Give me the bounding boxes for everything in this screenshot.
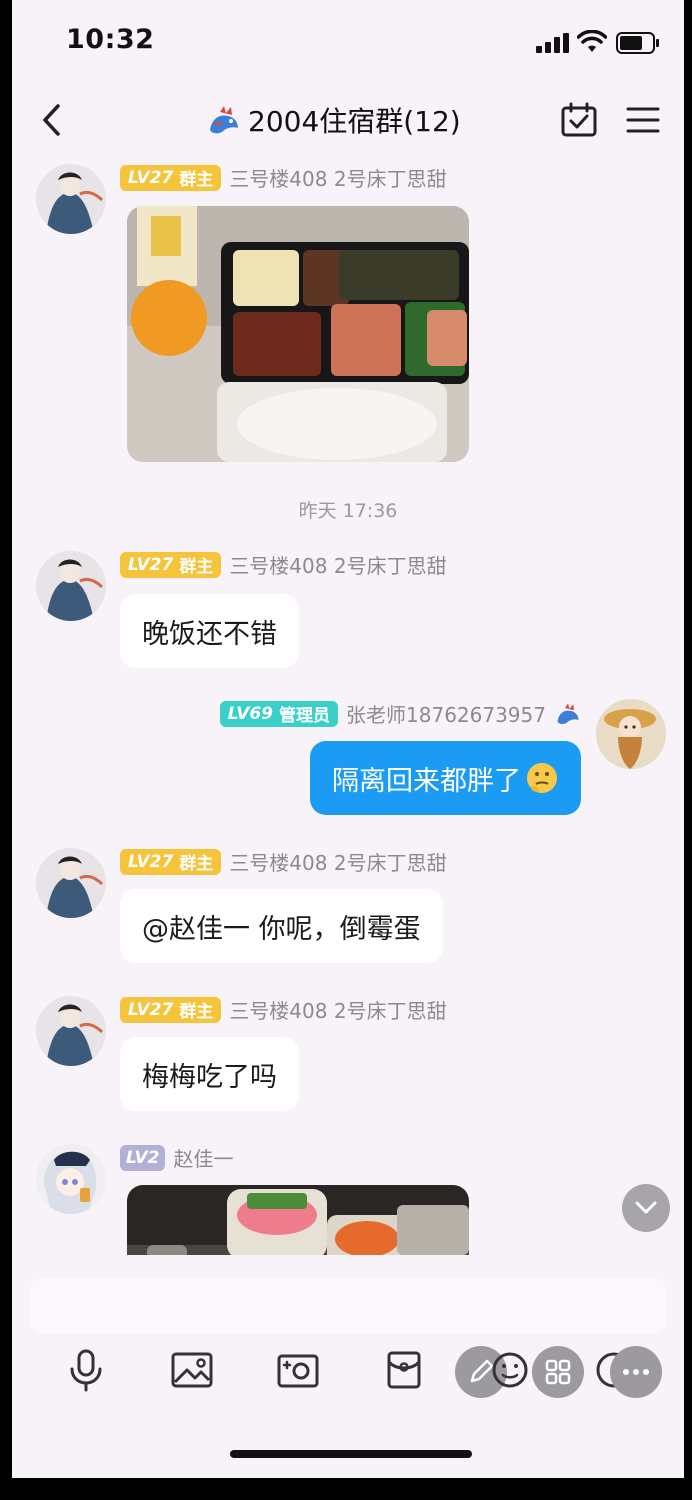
- message-bubble[interactable]: @赵佳一 你呢，倒霉蛋: [120, 889, 443, 963]
- food-photo-image: [127, 206, 469, 462]
- avatar[interactable]: [36, 551, 106, 621]
- sender-name: 三号楼408 2号床丁思甜: [229, 851, 447, 875]
- role-text: 群主: [179, 1002, 214, 1022]
- avatar[interactable]: [36, 996, 106, 1066]
- message-meta: LV27 群主 三号楼408 2号床丁思甜: [120, 995, 447, 1024]
- role-text: 群主: [179, 557, 214, 577]
- message-bubble[interactable]: 晚饭还不错: [120, 594, 299, 668]
- level-badge: LV69 管理员: [219, 700, 339, 727]
- status-time: 10:32: [66, 24, 155, 55]
- message-list[interactable]: LV27 群主 三号楼408 2号床丁思甜 昨天 17:36 LV27 群主 三…: [12, 155, 684, 1255]
- camera-icon: [277, 1354, 319, 1388]
- level-text: LV27: [128, 554, 174, 575]
- role-text: 管理员: [279, 706, 331, 726]
- avatar[interactable]: [596, 699, 666, 769]
- message-bubble[interactable]: 梅梅吃了吗: [120, 1037, 299, 1111]
- apps-button[interactable]: [532, 1346, 584, 1398]
- snacks-photo-image: [127, 1185, 469, 1255]
- scroll-to-bottom-button[interactable]: [622, 1184, 670, 1232]
- message-meta: LV2 赵佳一: [120, 1143, 233, 1172]
- level-text: LV2: [126, 1147, 160, 1168]
- role-text: 群主: [179, 170, 214, 190]
- avatar-image-icon: [36, 164, 106, 234]
- dragon-emoji-icon: [210, 106, 238, 134]
- group-title[interactable]: 2004住宿群(12): [206, 100, 461, 140]
- sender-name: 赵佳一: [173, 1147, 234, 1171]
- back-arrow-icon[interactable]: [40, 102, 64, 138]
- voice-button[interactable]: [56, 1340, 116, 1400]
- emoji-button[interactable]: [480, 1340, 540, 1400]
- snacks-photo[interactable]: [127, 1185, 469, 1255]
- message-meta: LV69 管理员 张老师18762673957: [219, 699, 582, 728]
- avatar[interactable]: [36, 1144, 106, 1214]
- level-text: LV69: [227, 703, 274, 724]
- group-name: 2004住宿群(12): [248, 105, 461, 138]
- status-bar: 10:32: [12, 0, 684, 80]
- avatar-image-icon: [36, 996, 106, 1066]
- more-button[interactable]: [610, 1346, 662, 1398]
- message-input[interactable]: [30, 1278, 666, 1334]
- avatar-image-icon: [36, 1144, 106, 1214]
- chat-header: 2004住宿群(12): [12, 88, 684, 154]
- message-meta: LV27 群主 三号楼408 2号床丁思甜: [120, 550, 447, 579]
- avatar-image-icon: [36, 551, 106, 621]
- home-indicator[interactable]: [230, 1450, 472, 1458]
- level-badge: LV27 群主: [120, 164, 222, 191]
- level-badge: LV27 群主: [120, 996, 222, 1023]
- sender-name: 三号楼408 2号床丁思甜: [229, 167, 447, 191]
- level-badge: LV27 群主: [120, 551, 222, 578]
- red-packet-icon: [387, 1351, 421, 1389]
- message-meta: LV27 群主 三号楼408 2号床丁思甜: [120, 163, 447, 192]
- level-badge: LV2: [120, 1144, 166, 1171]
- battery-icon: [616, 32, 659, 54]
- sender-name: 三号楼408 2号床丁思甜: [229, 999, 447, 1023]
- input-toolbar: [12, 1340, 684, 1410]
- level-text: LV27: [128, 999, 174, 1020]
- grid-icon: [545, 1359, 571, 1385]
- photo-button[interactable]: [162, 1340, 222, 1400]
- message-timestamp: 昨天 17:36: [298, 500, 398, 522]
- image-icon: [171, 1352, 213, 1388]
- avatar[interactable]: [36, 164, 106, 234]
- cellular-signal-icon: [536, 33, 569, 53]
- calendar-check-icon[interactable]: [560, 102, 598, 138]
- chat-screen: 10:32 2004住宿群(12) LV27 群主 三号楼408 2号床丁思甜 …: [12, 0, 684, 1478]
- ellipsis-icon: [623, 1369, 649, 1375]
- food-photo[interactable]: [127, 206, 469, 462]
- sender-name: 张老师18762673957: [346, 703, 546, 727]
- level-text: LV27: [128, 851, 174, 872]
- thinking-emoji-icon: [527, 763, 557, 793]
- wifi-icon: [577, 30, 607, 52]
- message-text: 隔离回来都胖了: [332, 765, 521, 797]
- avatar-image-icon: [596, 699, 666, 769]
- chevron-down-icon: [635, 1201, 657, 1214]
- avatar[interactable]: [36, 848, 106, 918]
- message-bubble-self[interactable]: 隔离回来都胖了: [310, 741, 581, 815]
- microphone-icon: [70, 1349, 102, 1392]
- sender-name: 三号楼408 2号床丁思甜: [229, 554, 447, 578]
- smiley-icon: [492, 1352, 528, 1388]
- menu-icon[interactable]: [626, 106, 660, 134]
- role-text: 群主: [179, 854, 214, 874]
- level-badge: LV27 群主: [120, 848, 222, 875]
- camera-button[interactable]: [268, 1340, 328, 1400]
- level-text: LV27: [128, 167, 174, 188]
- avatar-image-icon: [36, 848, 106, 918]
- red-packet-button[interactable]: [374, 1340, 434, 1400]
- message-meta: LV27 群主 三号楼408 2号床丁思甜: [120, 847, 447, 876]
- dragon-emoji-icon: [557, 703, 579, 724]
